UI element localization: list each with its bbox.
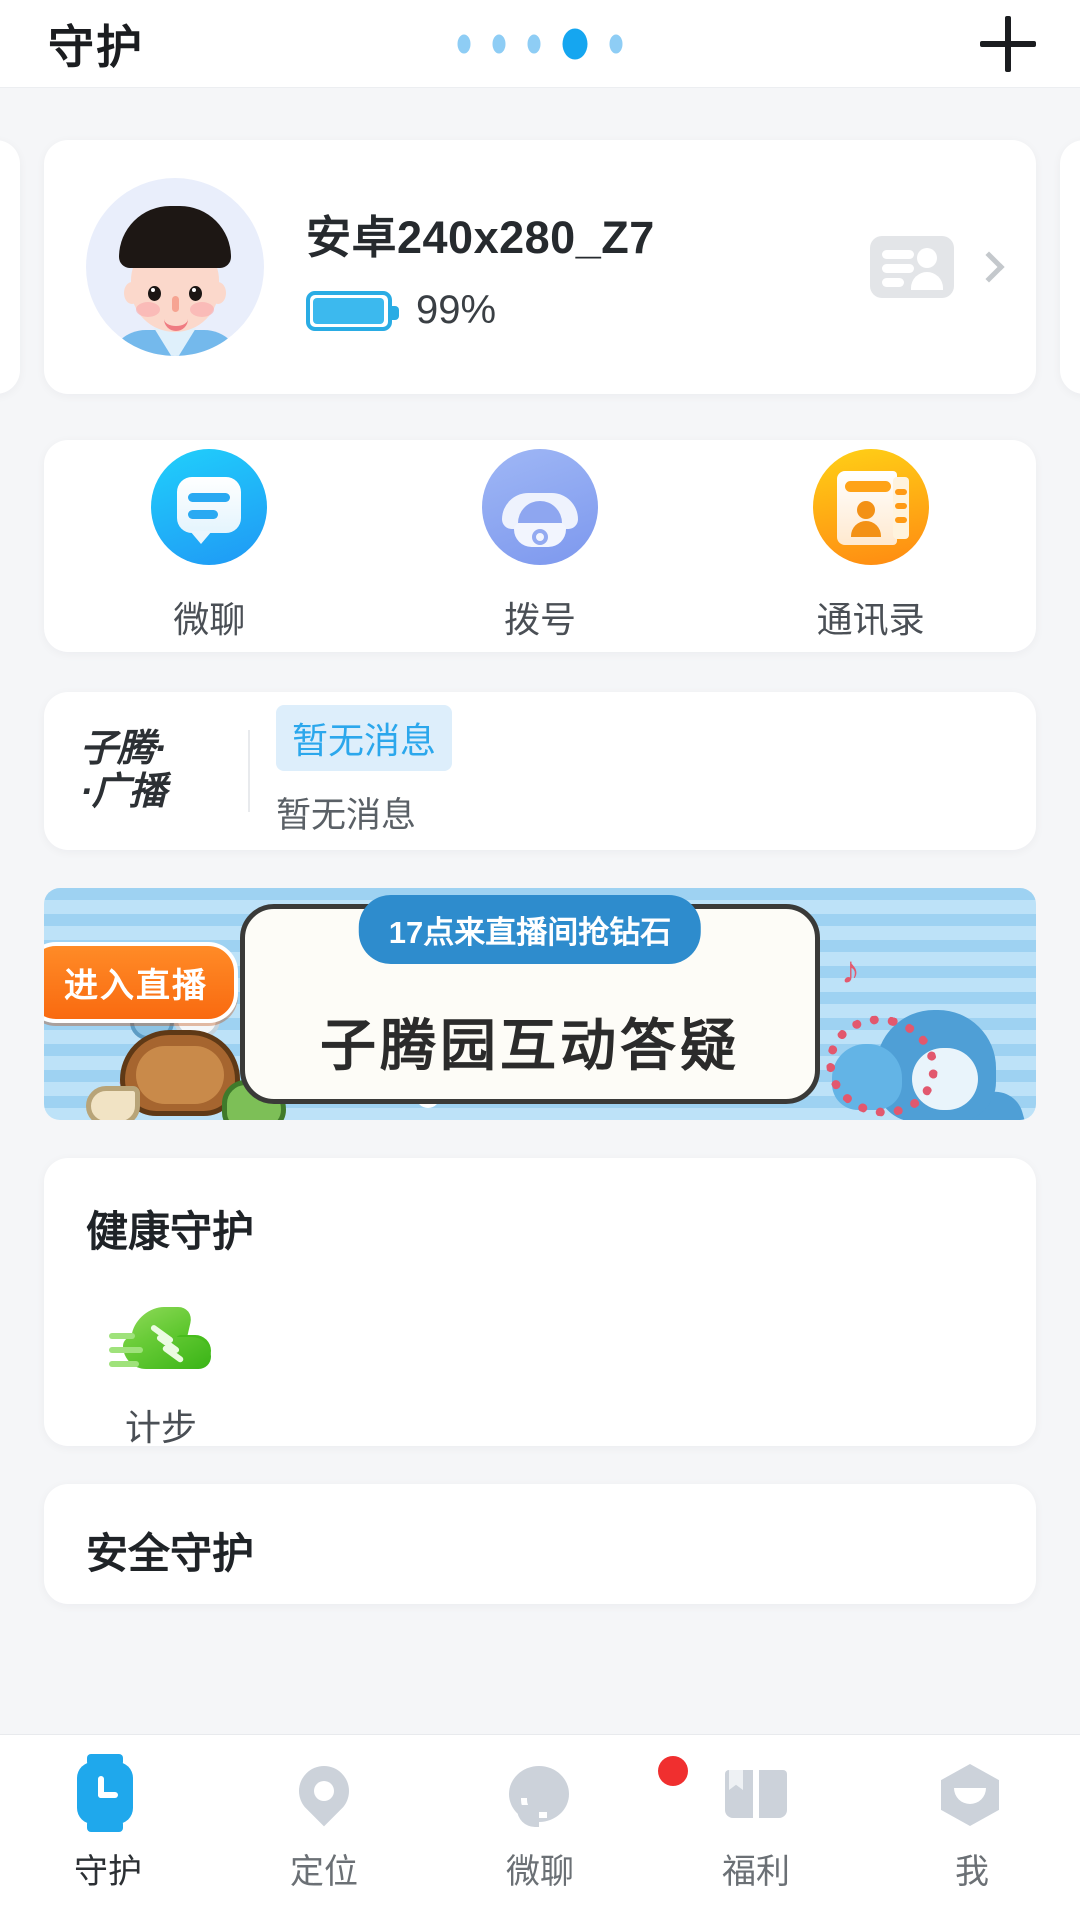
pager-dot-4-active[interactable]	[562, 28, 588, 59]
broadcast-logo-line1: 子腾·	[80, 728, 167, 771]
quick-actions-card: 微聊 拨号 通讯录	[44, 440, 1036, 652]
device-card-peek-right[interactable]	[1060, 140, 1080, 394]
id-card-icon[interactable]	[870, 236, 954, 298]
safety-section-title: 安全守护	[86, 1530, 255, 1577]
broadcast-subtitle: 暂无消息	[276, 795, 417, 835]
carousel-pager[interactable]	[457, 28, 623, 59]
chevron-right-icon[interactable]	[973, 251, 1005, 283]
avatar	[86, 178, 264, 356]
nav-item-profile[interactable]: 我	[864, 1762, 1080, 1893]
contacts-icon	[812, 449, 929, 565]
health-tile-label: 计步	[124, 1407, 197, 1448]
health-section-title: 健康守护	[86, 1208, 255, 1255]
enter-live-button[interactable]: 进入直播	[44, 942, 238, 1023]
battery-icon	[306, 290, 399, 331]
watch-icon	[77, 1754, 139, 1832]
nav-label-profile: 我	[955, 1853, 989, 1891]
nav-label-welfare: 福利	[722, 1853, 790, 1891]
banner-pill-label: 17点来直播间抢钻石	[358, 895, 702, 964]
broadcast-texts: 暂无消息 暂无消息	[276, 704, 1000, 838]
quick-action-contacts-label: 通讯录	[816, 599, 925, 640]
device-info: 安卓240x280_Z7 99%	[264, 201, 870, 333]
device-carousel[interactable]: 安卓240x280_Z7 99%	[0, 140, 1080, 394]
chat-bubble-icon	[509, 1762, 571, 1827]
promo-banner[interactable]: ♪ 进入直播 17点来直播间抢钻石 子腾园互动答疑	[44, 888, 1036, 1120]
book-icon	[725, 1762, 787, 1824]
welfare-badge-dot	[658, 1756, 688, 1786]
health-card: 健康守护 计步	[44, 1158, 1036, 1448]
battery-status: 99%	[306, 288, 870, 333]
add-device-button[interactable]	[980, 15, 1036, 72]
device-name: 安卓240x280_Z7	[306, 212, 655, 263]
pager-dot-1[interactable]	[457, 34, 471, 53]
broadcast-badge: 暂无消息	[276, 704, 453, 771]
page-title: 守护	[48, 20, 144, 73]
nav-item-welfare[interactable]: 福利	[648, 1756, 864, 1893]
health-tile-pedometer[interactable]: 计步	[86, 1303, 236, 1451]
device-card[interactable]: 安卓240x280_Z7 99%	[44, 140, 1036, 394]
nav-item-chat[interactable]: 微聊	[432, 1762, 648, 1893]
quick-action-chat[interactable]: 微聊	[44, 449, 375, 643]
location-pin-icon	[288, 1755, 360, 1827]
quick-action-dial-label: 拨号	[504, 599, 577, 640]
safety-card: 安全守护	[44, 1484, 1036, 1604]
banner-title: 子腾园互动答疑	[320, 1014, 740, 1077]
quick-action-contacts[interactable]: 通讯录	[705, 449, 1036, 643]
app-header: 守护	[0, 0, 1080, 88]
battery-percent: 99%	[416, 288, 497, 332]
nav-label-chat: 微聊	[506, 1853, 574, 1891]
quick-action-chat-label: 微聊	[173, 599, 246, 640]
running-shoe-icon	[109, 1303, 213, 1375]
pager-dot-2[interactable]	[492, 34, 506, 53]
main-scroll-area[interactable]: 安卓240x280_Z7 99% 微聊 拨号 通讯录 子腾· ·广播 暂无消息 …	[0, 88, 1080, 1734]
nav-item-guard[interactable]: 守护	[0, 1754, 216, 1893]
pager-dot-3[interactable]	[527, 34, 541, 53]
broadcast-card[interactable]: 子腾· ·广播 暂无消息 暂无消息	[44, 692, 1036, 850]
profile-hex-icon	[941, 1762, 1003, 1826]
dial-icon	[482, 449, 598, 565]
banner-panel: 17点来直播间抢钻石 子腾园互动答疑	[240, 895, 820, 1104]
nav-item-location[interactable]: 定位	[216, 1755, 432, 1893]
nav-label-guard: 守护	[74, 1853, 142, 1891]
nav-label-location: 定位	[290, 1853, 358, 1891]
quick-action-dial[interactable]: 拨号	[375, 449, 706, 643]
chat-icon	[151, 449, 268, 565]
pager-dot-5[interactable]	[609, 34, 623, 53]
broadcast-divider	[248, 730, 250, 812]
broadcast-logo: 子腾· ·广播	[80, 728, 240, 813]
broadcast-logo-line2: ·广播	[80, 771, 167, 813]
music-note-icon: ♪	[841, 950, 860, 992]
bottom-nav: 守护 定位 微聊 福利 我	[0, 1734, 1080, 1920]
device-card-peek-left[interactable]	[0, 140, 20, 394]
